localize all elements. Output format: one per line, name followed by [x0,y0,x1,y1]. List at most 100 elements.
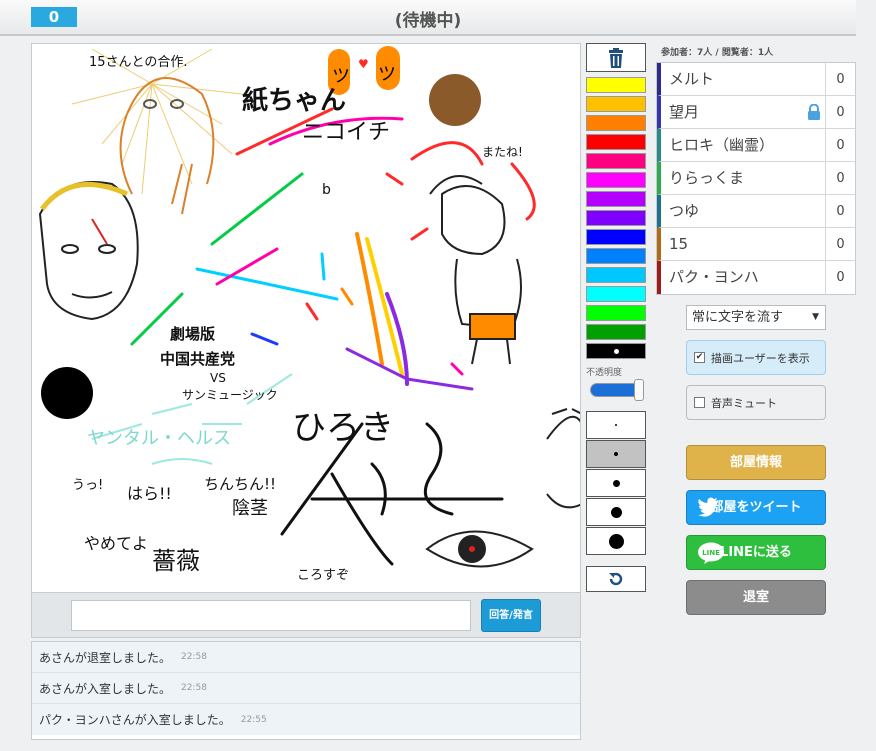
room-info-button[interactable]: 部屋情報 [686,445,826,480]
drawing-artwork: ツ ツ ♥ 15さんとの合作. 紙ちゃん ニコイチ またね! 劇場版 中国共産党… [38,46,580,583]
player-score: 0 [825,162,855,195]
svg-text:LINE: LINE [702,549,720,557]
anime-girl-sketch [119,77,215,215]
brush-size-button-2[interactable] [586,469,646,497]
inkei-text: 陰茎 [232,498,268,519]
mataneh-text: またね! [482,145,523,159]
brush-size-button-4[interactable] [586,527,646,555]
player-row-0[interactable]: メルト 0 [657,63,855,96]
chat-message: パク・ヨンハさんが入室しました。 [39,713,231,727]
color-swatch-11[interactable] [586,286,646,302]
black-circle [41,367,93,419]
answer-input[interactable] [71,600,471,631]
chevron-down-icon: ▼ [812,312,819,322]
svg-text:ツ: ツ [332,66,350,87]
show-drawer-toggle[interactable]: ✔ 描画ユーザーを表示 [686,340,826,375]
player-score: 0 [825,129,855,162]
right-face-sketch [546,408,580,509]
chat-row: あさんが退室しました。 22:58 [32,642,580,673]
player-row-5[interactable]: 15 0 [657,228,855,261]
player-row-4[interactable]: つゆ 0 [657,195,855,228]
show-drawer-label: 描画ユーザーを表示 [711,351,810,365]
color-swatch-2[interactable] [586,115,646,131]
player-score: 0 [825,261,855,294]
color-strokes [130,107,536,391]
chat-row: あさんが入室しました。 22:58 [32,673,580,704]
theater-text: 劇場版 [170,325,215,343]
brush-size-dot [612,479,620,487]
trash-icon [609,47,623,68]
color-swatch-7[interactable] [586,210,646,226]
player-name: りらっくま [669,169,745,187]
answer-submit-button[interactable]: 回答/発言 [481,599,541,632]
handwritten-texts: 15さんとの合作. 紙ちゃん ニコイチ またね! 劇場版 中国共産党 VS サン… [72,55,523,583]
party-text: 中国共産党 [160,350,235,368]
hara-text: はら!! [127,484,172,503]
chat-message: あさんが入室しました。 [39,681,172,696]
color-swatch-4[interactable] [586,153,646,169]
sun-sketch [71,48,243,195]
drawing-canvas[interactable]: ツ ツ ♥ 15さんとの合作. 紙ちゃん ニコイチ またね! 劇場版 中国共産党… [31,43,581,593]
music-text: サンミュージック [182,388,278,402]
mute-toggle[interactable]: 音声ミュート [686,385,826,420]
player-name: 望月 [669,103,700,121]
player-score: 0 [825,228,855,261]
color-swatch-3[interactable] [586,134,646,150]
undo-button[interactable] [586,566,646,592]
yameteyo-text: やめてよ [84,534,148,553]
color-swatch-5[interactable] [586,172,646,188]
player-score: 0 [825,96,855,129]
tweet-room-button[interactable]: 部屋をツイート [686,490,826,525]
player-row-1[interactable]: 望月 0 [657,96,855,129]
room-info-label: 部屋情報 [729,455,782,470]
chat-time: 22:58 [181,652,207,662]
child-figure-sketch [429,175,522,365]
leave-room-button[interactable]: 退室 [686,580,826,615]
checkbox-checked-icon[interactable]: ✔ [694,352,705,363]
collab-text: 15さんとの合作. [89,55,188,70]
chat-time: 22:58 [181,683,207,693]
player-score: 0 [825,195,855,228]
clear-canvas-button[interactable] [586,43,646,72]
color-swatch-0[interactable] [586,77,646,93]
checkbox-icon[interactable] [694,397,705,408]
color-swatch-6[interactable] [586,191,646,207]
player-name: 15 [669,235,689,253]
brush-size-button-0[interactable] [586,411,646,439]
brush-size-button-1[interactable] [586,440,646,468]
kami-text: 紙ちゃん [242,85,346,116]
send-line-button[interactable]: LINE LINEに送る [686,535,826,570]
cyan-text: ヤンタル・ヘルス [87,428,231,449]
player-row-3[interactable]: りらっくま 0 [657,162,855,195]
color-swatch-12[interactable] [586,305,646,321]
opacity-slider-thumb[interactable] [634,379,644,401]
man-face-sketch [38,181,139,321]
brush-size-dot [610,506,622,518]
brush-size-button-3[interactable] [586,498,646,526]
player-row-6[interactable]: パク・ヨンハ 0 [657,261,855,294]
brush-size-dot [614,452,618,456]
chat-message: あさんが退室しました。 [39,650,172,665]
eye-sketch [425,530,534,568]
color-swatch-10[interactable] [586,267,646,283]
uu-text: うっ! [72,478,103,493]
tweet-room-label: 部屋をツイート [710,500,802,515]
color-swatch-9[interactable] [586,248,646,264]
color-swatch-13[interactable] [586,324,646,340]
text-flow-mode-select[interactable]: 常に文字を流す ▼ [686,305,826,330]
brown-circle [429,74,481,126]
color-swatch-1[interactable] [586,96,646,112]
player-name: つゆ [669,202,700,220]
player-row-2[interactable]: ヒロキ（幽霊） 0 [657,129,855,162]
color-swatch-8[interactable] [586,229,646,245]
brush-size-dot [608,533,624,549]
color-swatch-14[interactable] [586,343,646,359]
game-status-title: (待機中) [394,11,462,31]
chat-row: パク・ヨンハさんが入室しました。 22:55 [32,704,580,735]
mode-select-value: 常に文字を流す [692,310,784,325]
bara-text: 薔薇 [152,547,200,575]
undo-icon [609,572,623,586]
opacity-slider[interactable] [590,379,646,401]
chin-text: ちんちん!! [204,475,276,493]
player-name: ヒロキ（幽霊） [669,136,775,154]
